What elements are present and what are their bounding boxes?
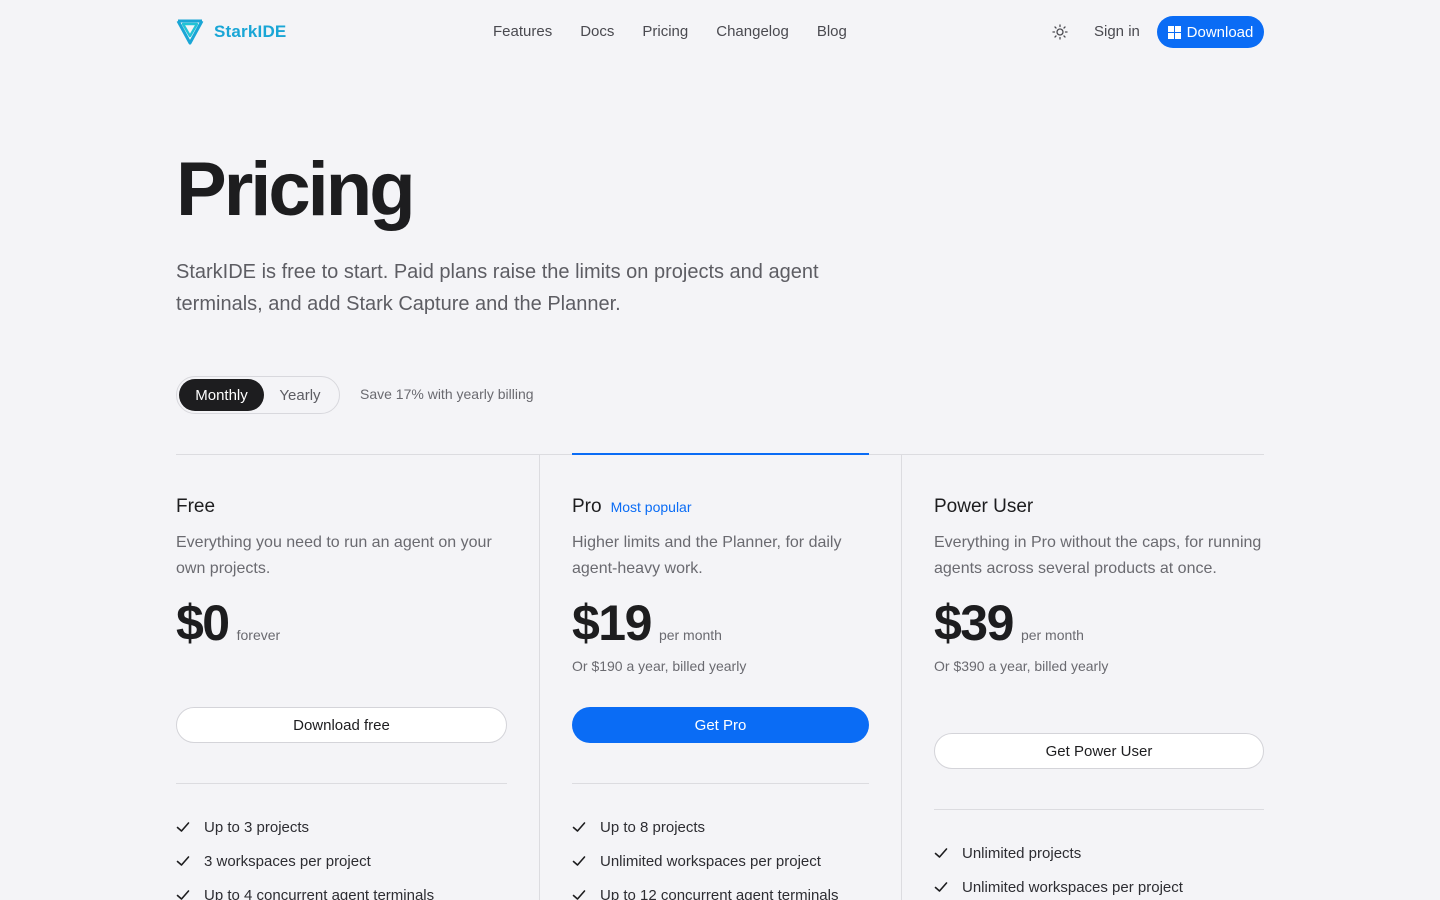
check-icon (176, 888, 190, 900)
nav-link-blog[interactable]: Blog (817, 23, 847, 40)
plan-yearly-price: Or $190 a year, billed yearly (572, 658, 747, 674)
most-popular-badge: Most popular (610, 499, 692, 515)
theme-toggle-button[interactable] (1048, 20, 1072, 44)
plan-column-divider (539, 454, 540, 900)
list-item: Unlimited projects (934, 836, 1183, 870)
check-icon (572, 888, 586, 900)
nav-link-pricing[interactable]: Pricing (642, 23, 688, 40)
get-power-user-button[interactable]: Get Power User (934, 733, 1264, 769)
top-nav: StarkIDE Features Docs Pricing Changelog… (0, 0, 1440, 64)
list-item: Up to 8 projects (572, 810, 838, 844)
plan-card-power-user: Power User Everything in Pro without the… (934, 496, 1264, 678)
plan-separator (176, 783, 507, 784)
page-subtitle: StarkIDE is free to start. Paid plans ra… (176, 261, 819, 315)
plan-feature-list: Unlimited projects Unlimited workspaces … (934, 836, 1183, 900)
plan-column-divider (901, 454, 902, 900)
plan-feature-list: Up to 8 projects Unlimited workspaces pe… (572, 810, 838, 900)
plan-price: $0 (176, 595, 230, 651)
billing-option-monthly[interactable]: Monthly (179, 379, 264, 411)
plan-period: forever (236, 627, 281, 643)
list-item: Unlimited workspaces per project (934, 870, 1183, 900)
plan-separator (572, 783, 869, 784)
feature-label: Up to 12 concurrent agent terminals (600, 886, 839, 900)
list-item: 3 workspaces per project (176, 844, 434, 878)
nav-link-changelog[interactable]: Changelog (716, 23, 789, 40)
plan-period: per month (658, 627, 722, 643)
nav-link-features[interactable]: Features (493, 23, 552, 40)
feature-label: 3 workspaces per project (204, 852, 371, 870)
plan-card-pro: Pro Most popular Higher limits and the P… (572, 496, 869, 678)
page-title: Pricing (176, 147, 416, 232)
feature-label: Up to 3 projects (204, 818, 310, 836)
brand-name: StarkIDE (214, 21, 287, 41)
nav-link-docs[interactable]: Docs (580, 23, 614, 40)
plan-description: Everything in Pro without the caps, for … (934, 534, 1262, 577)
check-icon (934, 846, 948, 860)
sign-in-link[interactable]: Sign in (1094, 23, 1140, 40)
billing-option-yearly[interactable]: Yearly (264, 379, 336, 411)
plan-name: Power User (934, 496, 1034, 517)
plan-card-free: Free Everything you need to run an agent… (176, 496, 507, 648)
download-button[interactable]: Download (1157, 16, 1264, 48)
check-icon (934, 880, 948, 894)
plan-name: Pro (572, 496, 602, 517)
download-button-label: Download (1186, 23, 1254, 41)
get-pro-button[interactable]: Get Pro (572, 707, 869, 743)
feature-label: Unlimited workspaces per project (962, 878, 1183, 896)
feature-label: Up to 8 projects (600, 818, 706, 836)
feature-label: Unlimited workspaces per project (600, 852, 821, 870)
list-item: Up to 12 concurrent agent terminals (572, 878, 838, 900)
plan-description: Everything you need to run an agent on y… (176, 534, 492, 577)
list-item: Up to 4 concurrent agent terminals (176, 878, 434, 900)
plan-name: Free (176, 496, 216, 517)
plan-price: $19 (572, 595, 652, 651)
nav-links: Features Docs Pricing Changelog Blog (493, 23, 847, 40)
plan-yearly-price: Or $390 a year, billed yearly (934, 658, 1109, 674)
yearly-savings-note: Save 17% with yearly billing (360, 386, 534, 402)
pro-plan-accent-bar (572, 453, 869, 455)
check-icon (176, 820, 190, 834)
check-icon (572, 820, 586, 834)
download-free-button[interactable]: Download free (176, 707, 507, 743)
billing-toggle: Monthly Yearly (176, 376, 340, 414)
plan-separator (934, 809, 1264, 810)
check-icon (176, 854, 190, 868)
sun-icon (1052, 24, 1068, 40)
feature-label: Unlimited projects (962, 844, 1082, 862)
windows-icon (1167, 25, 1181, 39)
plan-period: per month (1020, 627, 1084, 643)
list-item: Unlimited workspaces per project (572, 844, 838, 878)
feature-label: Up to 4 concurrent agent terminals (204, 886, 435, 900)
check-icon (572, 854, 586, 868)
starkide-logo-icon (176, 19, 204, 45)
plan-description: Higher limits and the Planner, for daily… (572, 534, 842, 577)
plan-price: $39 (934, 595, 1014, 651)
list-item: Up to 3 projects (176, 810, 434, 844)
plan-feature-list: Up to 3 projects 3 workspaces per projec… (176, 810, 434, 900)
brand-logo-link[interactable]: StarkIDE (176, 18, 286, 45)
